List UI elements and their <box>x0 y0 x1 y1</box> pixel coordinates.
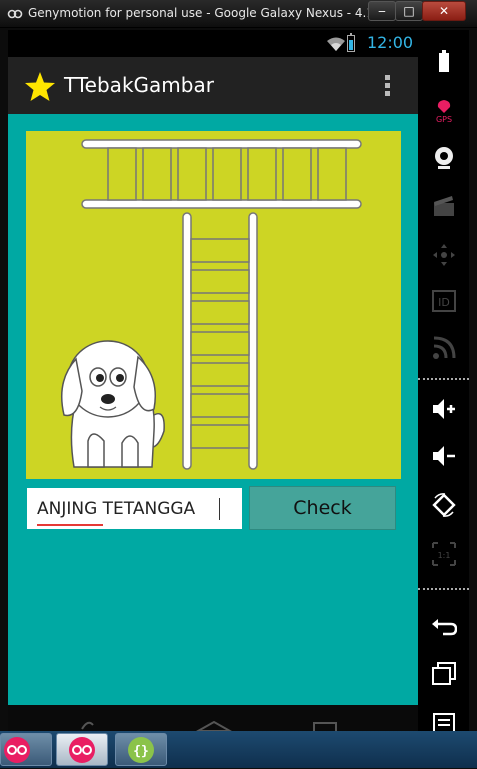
battery-icon[interactable] <box>431 48 457 74</box>
genymotion-player-task[interactable] <box>56 733 108 766</box>
scale-label: 1:1 <box>438 551 451 560</box>
action-bar: TTebakGambar <box>8 57 418 114</box>
app-title: TTebakGambar <box>64 73 214 97</box>
battery-icon <box>347 33 355 52</box>
back-icon[interactable] <box>431 614 457 640</box>
genymotion-player-icon <box>69 737 95 763</box>
answer-input[interactable]: ANJING TETANGGA <box>27 488 242 529</box>
recent-apps-nav-icon[interactable] <box>312 721 338 731</box>
emulator-side-panel: GPS ID 1:1 <box>418 30 469 736</box>
genymotion-app-icon <box>7 9 23 19</box>
genymotion-icon <box>4 737 30 763</box>
gps-icon[interactable]: GPS <box>431 98 457 124</box>
android-nav-bar <box>8 705 418 731</box>
window-title: Genymotion for personal use - Google Gal… <box>28 6 409 20</box>
clock: 12:00 <box>367 33 414 52</box>
minimize-button[interactable]: ‒ <box>368 1 396 21</box>
close-button[interactable]: ✕ <box>422 1 466 21</box>
genymotion-task[interactable] <box>0 733 52 766</box>
code-task[interactable]: {} <box>115 733 167 766</box>
svg-text:{}: {} <box>133 744 149 759</box>
panel-separator <box>418 378 469 382</box>
gps-label: GPS <box>436 115 452 124</box>
maximize-button[interactable]: □ <box>395 1 423 21</box>
webcam-icon[interactable] <box>431 145 457 171</box>
window-titlebar: Genymotion for personal use - Google Gal… <box>0 0 477 28</box>
puzzle-image <box>26 131 401 479</box>
overflow-menu-icon[interactable] <box>383 75 391 97</box>
dpad-icon[interactable] <box>431 242 457 268</box>
back-nav-icon[interactable] <box>80 719 94 731</box>
recent-apps-icon[interactable] <box>431 660 457 686</box>
rss-icon[interactable] <box>431 335 457 361</box>
spellcheck-underline <box>37 524 103 526</box>
volume-up-icon[interactable] <box>431 396 457 422</box>
content-area: ANJING TETANGGA Check <box>8 114 418 705</box>
clapperboard-icon[interactable] <box>431 193 457 219</box>
panel-separator <box>418 588 469 592</box>
code-editor-icon: {} <box>128 737 154 763</box>
volume-down-icon[interactable] <box>431 443 457 469</box>
text-cursor <box>219 498 220 520</box>
scale-icon[interactable]: 1:1 <box>431 541 457 567</box>
id-icon[interactable]: ID <box>431 288 457 314</box>
wifi-icon <box>327 37 345 51</box>
status-bar: 12:00 <box>8 30 418 57</box>
star-icon <box>25 72 55 101</box>
dog-and-ladder-picture <box>61 139 362 470</box>
check-button[interactable]: Check <box>249 486 396 530</box>
id-label: ID <box>438 296 450 309</box>
windows-taskbar: {} <box>0 731 477 768</box>
answer-text: ANJING TETANGGA <box>37 499 196 519</box>
home-nav-icon[interactable] <box>196 721 232 731</box>
rotate-icon[interactable] <box>431 492 457 518</box>
